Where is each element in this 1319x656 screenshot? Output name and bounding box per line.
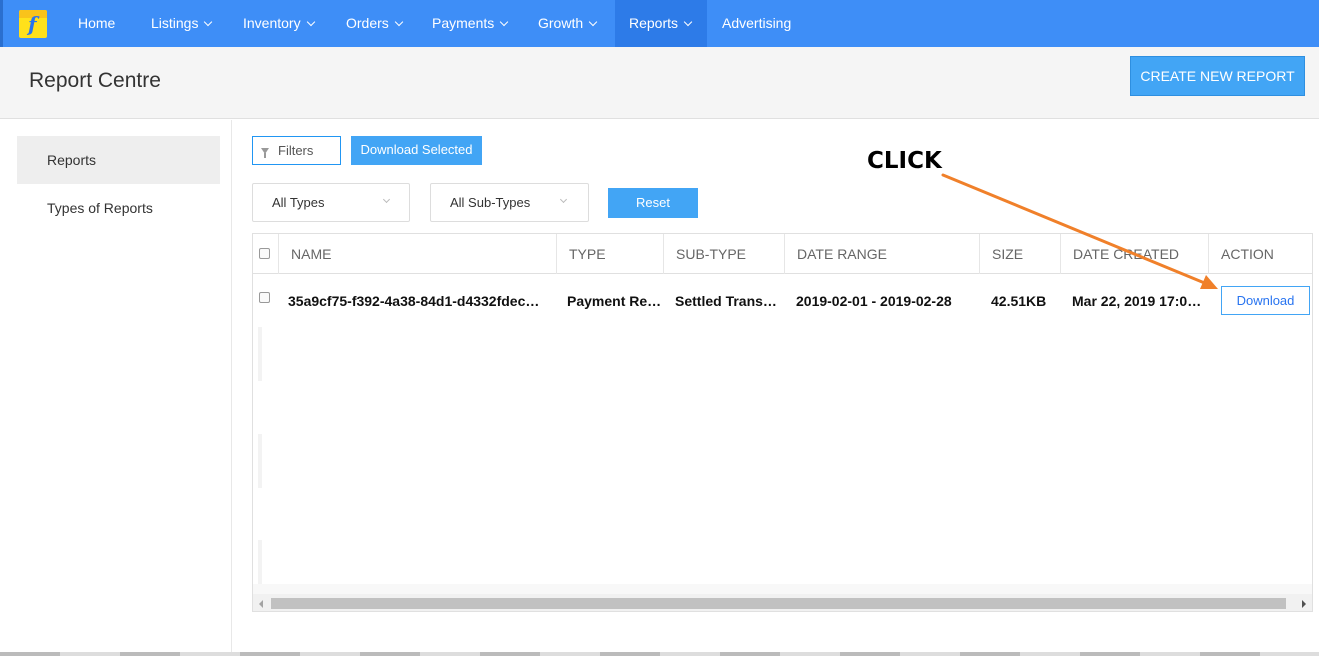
sidebar-item-types-of-reports[interactable]: Types of Reports (17, 184, 220, 232)
filters-label: Filters (278, 143, 314, 158)
bottom-edge (0, 652, 1319, 656)
chevron-down-icon (559, 195, 568, 204)
column-header-sub-type[interactable]: SUB-TYPE (664, 234, 785, 274)
nav-item-growth[interactable]: Growth (538, 0, 598, 47)
nav-item-inventory[interactable]: Inventory (243, 0, 315, 47)
type-select-value: All Types (272, 195, 325, 210)
select-all-cell (253, 234, 279, 274)
column-header-date-created[interactable]: DATE CREATED (1061, 234, 1209, 274)
download-selected-button[interactable]: Download Selected (351, 136, 482, 165)
top-nav-bar: f Home Listings Inventory Orders Payment… (0, 0, 1319, 47)
chevron-down-icon (204, 17, 213, 26)
subtype-select-value: All Sub-Types (450, 195, 531, 210)
nav-item-label: Listings (151, 15, 199, 31)
logo-letter: f (28, 12, 37, 36)
nav-item-label: Orders (346, 15, 389, 31)
table-row: 35a9cf75-f392-4a38-84d1-d4332fdec… Payme… (253, 275, 1312, 325)
chevron-down-icon (382, 195, 391, 204)
horizontal-scrollbar[interactable] (253, 594, 1312, 611)
filters-button[interactable]: Filters (252, 136, 341, 165)
cell-date-created: Mar 22, 2019 17:0… (1072, 293, 1202, 309)
empty-row-stripe (258, 434, 262, 488)
nav-item-reports[interactable]: Reports (615, 0, 707, 47)
nav-item-label: Reports (629, 15, 679, 31)
chevron-down-icon (394, 17, 404, 26)
sidebar-item-reports[interactable]: Reports (17, 136, 220, 184)
create-new-report-button[interactable]: CREATE NEW REPORT (1130, 56, 1305, 96)
download-button[interactable]: Download (1221, 286, 1310, 315)
nav-item-advertising[interactable]: Advertising (722, 0, 791, 47)
click-annotation-label: CLICK (867, 148, 942, 174)
chevron-down-icon (306, 17, 315, 26)
nav-item-label: Advertising (722, 15, 792, 31)
column-header-name[interactable]: NAME (279, 234, 557, 274)
filter-icon (261, 147, 269, 158)
nav-item-home[interactable]: Home (78, 0, 115, 47)
cell-sub-type: Settled Trans… (675, 293, 777, 309)
nav-left-strip (0, 0, 3, 47)
table-footer-pad (253, 584, 1312, 594)
nav-item-label: Inventory (243, 15, 301, 31)
select-all-checkbox[interactable] (259, 248, 270, 259)
column-header-size[interactable]: SIZE (980, 234, 1061, 274)
page-title: Report Centre (29, 69, 161, 92)
cell-size: 42.51KB (991, 293, 1047, 309)
nav-item-label: Growth (538, 15, 584, 31)
cell-date-range: 2019-02-01 - 2019-02-28 (796, 293, 952, 309)
nav-item-label: Home (78, 15, 116, 31)
chevron-down-icon (683, 17, 693, 26)
subtype-select[interactable]: All Sub-Types (430, 183, 589, 222)
nav-item-payments[interactable]: Payments (432, 0, 509, 47)
scroll-right-arrow-icon[interactable] (1302, 600, 1306, 608)
nav-item-listings[interactable]: Listings (151, 0, 213, 47)
empty-row-stripe (258, 327, 262, 381)
nav-item-label: Payments (432, 15, 495, 31)
sidebar: Reports Types of Reports (0, 120, 232, 656)
page-header: Report Centre CREATE NEW REPORT (0, 47, 1319, 119)
scroll-left-arrow-icon[interactable] (259, 600, 263, 608)
cell-type: Payment Re… (567, 293, 662, 309)
table-header: NAME TYPE SUB-TYPE DATE RANGE SIZE DATE … (253, 234, 1312, 274)
flipkart-logo-icon[interactable]: f (19, 10, 47, 38)
reports-table: NAME TYPE SUB-TYPE DATE RANGE SIZE DATE … (252, 233, 1313, 612)
type-select[interactable]: All Types (252, 183, 410, 222)
scrollbar-thumb[interactable] (271, 598, 1286, 609)
chevron-down-icon (588, 17, 598, 26)
column-header-type[interactable]: TYPE (557, 234, 664, 274)
reset-button[interactable]: Reset (608, 188, 698, 218)
cell-name: 35a9cf75-f392-4a38-84d1-d4332fdec… (288, 293, 540, 309)
row-checkbox[interactable] (259, 292, 270, 303)
chevron-down-icon (500, 17, 509, 26)
column-header-date-range[interactable]: DATE RANGE (785, 234, 980, 274)
column-header-action: ACTION (1221, 246, 1274, 262)
nav-item-orders[interactable]: Orders (346, 0, 404, 47)
